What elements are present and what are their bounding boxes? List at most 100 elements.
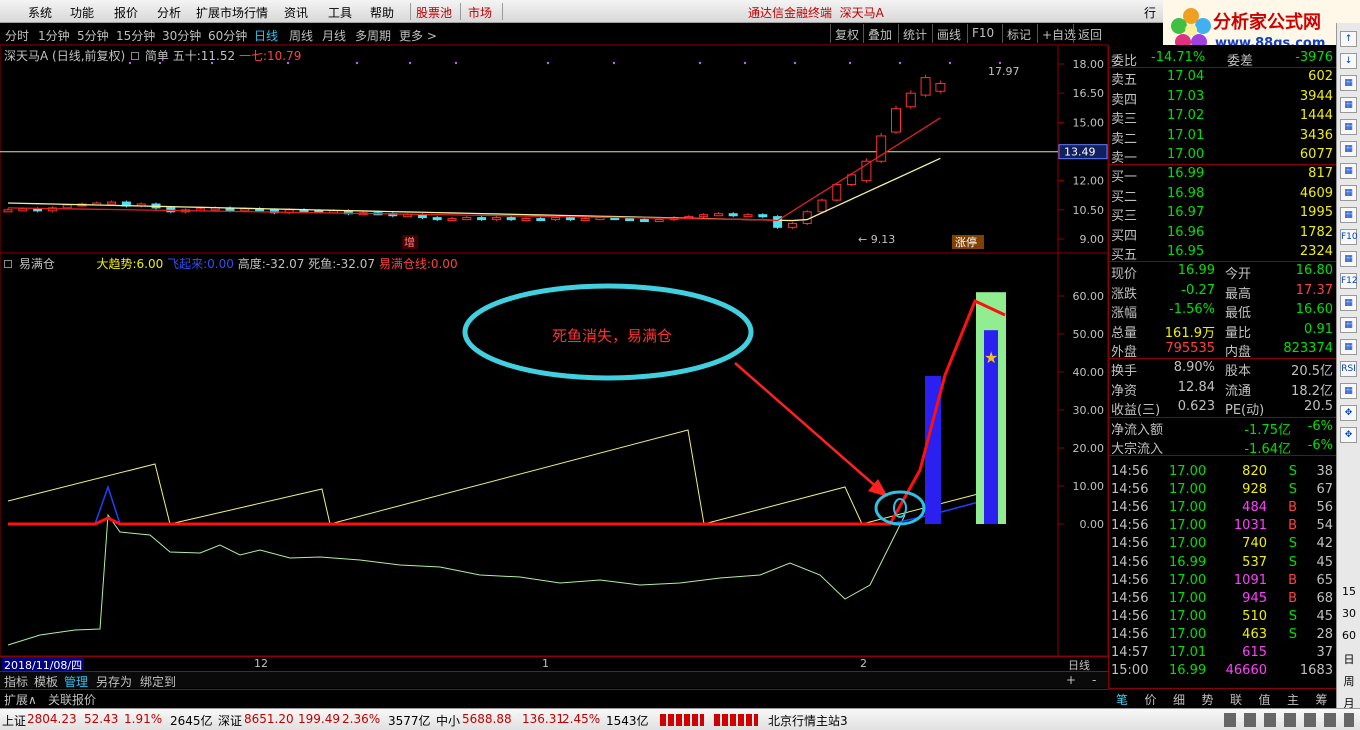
quote-row: 卖四 17.03 3944 [1111, 88, 1333, 108]
market-button[interactable]: 市场 [468, 4, 492, 21]
tab-save-as[interactable]: 另存为 [96, 673, 132, 690]
zeng-badge: 增 [404, 235, 415, 249]
quote-row: 卖三 17.02 1444 [1111, 108, 1333, 128]
quote-tab[interactable]: 筹 [1316, 691, 1328, 708]
expand-icon[interactable] [131, 52, 140, 60]
sub-chart-info: 易满仓 大趋势:6.00 飞起来:0.00 高度:-32.07 死鱼:-32.0… [4, 255, 458, 272]
quote-tab[interactable]: 值 [1259, 691, 1271, 708]
period-daily[interactable]: 日线 [254, 27, 278, 44]
overlay-button[interactable]: 叠加 [863, 24, 896, 43]
logo-title: 分析家公式网 [1213, 12, 1321, 33]
quote-tab[interactable]: 笔 [1116, 691, 1128, 708]
fuquan-button[interactable]: 复权 [830, 24, 863, 43]
sidebar-tool-icon[interactable]: ✥ [1340, 427, 1357, 443]
quote-row: 现价 16.99 今开 16.80 [1111, 263, 1333, 283]
sidebar-tool-icon[interactable]: ▦ [1340, 119, 1357, 135]
quote-tab[interactable]: 价 [1145, 691, 1157, 708]
menu-tools[interactable]: 工具 [328, 4, 352, 21]
period-5min[interactable]: 5分钟 [77, 27, 109, 44]
sub-axis-label: 20.00 [1073, 442, 1105, 455]
date-mark: 12 [254, 657, 268, 670]
sidebar-tool-icon[interactable]: ▦ [1340, 163, 1357, 179]
quote-tab[interactable]: 势 [1202, 691, 1214, 708]
stock-pool-button[interactable]: 股票池 [416, 4, 452, 21]
tab-template[interactable]: 模板 [34, 673, 58, 690]
quote-row: 14:56 17.00 1091 B 65 [1111, 572, 1333, 588]
quote-tab[interactable]: 主 [1287, 691, 1299, 708]
price-axis-label: 12.00 [1073, 175, 1105, 188]
quote-row: 大宗流入 -1.64亿 -6% [1111, 438, 1333, 457]
quote-row: 14:56 16.99 537 S 45 [1111, 554, 1333, 570]
zoom-in-button[interactable]: + [1066, 673, 1076, 687]
sidebar-tool-icon[interactable]: ✥ [1340, 405, 1357, 421]
stats-button[interactable]: 统计 [898, 24, 931, 43]
period-monthly[interactable]: 月线 [322, 27, 346, 44]
menu-analysis[interactable]: 分析 [157, 4, 181, 21]
quote-row: 总量 161.9万 量比 0.91 [1111, 321, 1333, 341]
sidebar-period[interactable]: 60 [1339, 629, 1359, 642]
sidebar-period[interactable]: 30 [1339, 607, 1359, 620]
status-icons[interactable] [1224, 713, 1354, 727]
sidebar-tool-icon[interactable]: ▦ [1340, 339, 1357, 355]
sidebar-tool-icon[interactable]: F10 [1340, 229, 1358, 245]
period-30min[interactable]: 30分钟 [162, 27, 201, 44]
date-axis: 2018/11/08/四 12 1 2 日线 [0, 656, 1108, 673]
menu-right-button[interactable]: 行 [1144, 4, 1156, 21]
draw-button[interactable]: 画线 [932, 24, 965, 43]
server-name[interactable]: 北京行情主站3 [768, 712, 848, 729]
quote-row: 卖一 17.00 6077 [1111, 147, 1333, 166]
menu-system[interactable]: 系统 [28, 4, 52, 21]
price-tag: 13.49 [1064, 146, 1096, 159]
period-fenshi[interactable]: 分时 [5, 27, 29, 44]
sidebar-period[interactable]: 日 [1339, 651, 1359, 667]
zoom-out-button[interactable]: - [1092, 673, 1096, 687]
sidebar-tool-icon[interactable]: ▦ [1340, 75, 1357, 91]
period-multi[interactable]: 多周期 [355, 27, 391, 44]
sidebar-tool-icon[interactable]: ↓ [1340, 53, 1357, 69]
menu-ext-market[interactable]: 扩展市场行情 [196, 4, 268, 21]
menu-function[interactable]: 功能 [70, 4, 94, 21]
sidebar-tool-icon[interactable]: ▦ [1340, 141, 1357, 157]
sidebar-tool-icon[interactable]: ▦ [1340, 207, 1357, 223]
sidebar-tool-icon[interactable]: ▦ [1340, 97, 1357, 113]
sub-axis-label: 40.00 [1073, 366, 1105, 379]
sidebar-period[interactable]: 周 [1339, 673, 1359, 689]
quote-tab[interactable]: 细 [1173, 691, 1185, 708]
quote-panel: 委比 -14.71% 委差 -3976 卖五 17.04 602 卖四 17.03 3944 卖三 1… [1108, 45, 1337, 707]
tab-indicator[interactable]: 指标 [4, 673, 28, 690]
period-60min[interactable]: 60分钟 [208, 27, 247, 44]
annotation-text: 死鱼消失，易满仓 [552, 327, 673, 345]
sidebar-tool-icon[interactable]: ▦ [1340, 317, 1357, 333]
f10-button[interactable]: F10 [967, 24, 998, 43]
sidebar-tool-icon[interactable]: ▦ [1340, 383, 1357, 399]
period-weekly[interactable]: 周线 [289, 27, 313, 44]
quote-row: 外盘 795535 内盘 823374 [1111, 341, 1333, 360]
sidebar-tool-icon[interactable]: ▦ [1340, 251, 1357, 267]
period-toolbar: 分时 1分钟 5分钟 15分钟 30分钟 60分钟 日线 周线 月线 多周期 更… [0, 23, 1108, 45]
period-more[interactable]: 更多 > [399, 27, 437, 44]
sidebar-tool-icon[interactable]: ▦ [1340, 185, 1357, 201]
kline-chart[interactable]: 18.0016.5015.0013.5012.0010.509.0013.496… [0, 45, 1108, 656]
sidebar-tool-icon[interactable]: F12 [1340, 273, 1358, 289]
menu-news[interactable]: 资讯 [284, 4, 308, 21]
tab-bind-to[interactable]: 绑定到 [140, 673, 176, 690]
menu-quote[interactable]: 报价 [114, 4, 138, 21]
sidebar-period[interactable]: 15 [1339, 585, 1359, 598]
tab-related-quote[interactable]: 关联报价 [48, 691, 96, 708]
menu-help[interactable]: 帮助 [370, 4, 394, 21]
quote-row: 买二 16.98 4609 [1111, 185, 1333, 205]
period-1min[interactable]: 1分钟 [38, 27, 70, 44]
tab-expand[interactable]: 扩展∧ [4, 691, 37, 708]
mark-button[interactable]: 标记 [1002, 24, 1035, 43]
back-button[interactable]: 返回 [1073, 24, 1106, 43]
quote-tab[interactable]: 联 [1230, 691, 1242, 708]
period-15min[interactable]: 15分钟 [116, 27, 155, 44]
tab-manage[interactable]: 管理 [64, 673, 88, 690]
sidebar-tool-icon[interactable]: ▦ [1340, 295, 1357, 311]
expand-icon[interactable] [4, 260, 12, 268]
sub-axis-label: 10.00 [1073, 480, 1105, 493]
quote-row: 卖二 17.01 3436 [1111, 127, 1333, 147]
quote-row: 涨跌 -0.27 最高 17.37 [1111, 282, 1333, 302]
sidebar-tool-icon[interactable]: RSI [1340, 361, 1357, 377]
sidebar-tool-icon[interactable]: ↑ [1340, 31, 1357, 47]
